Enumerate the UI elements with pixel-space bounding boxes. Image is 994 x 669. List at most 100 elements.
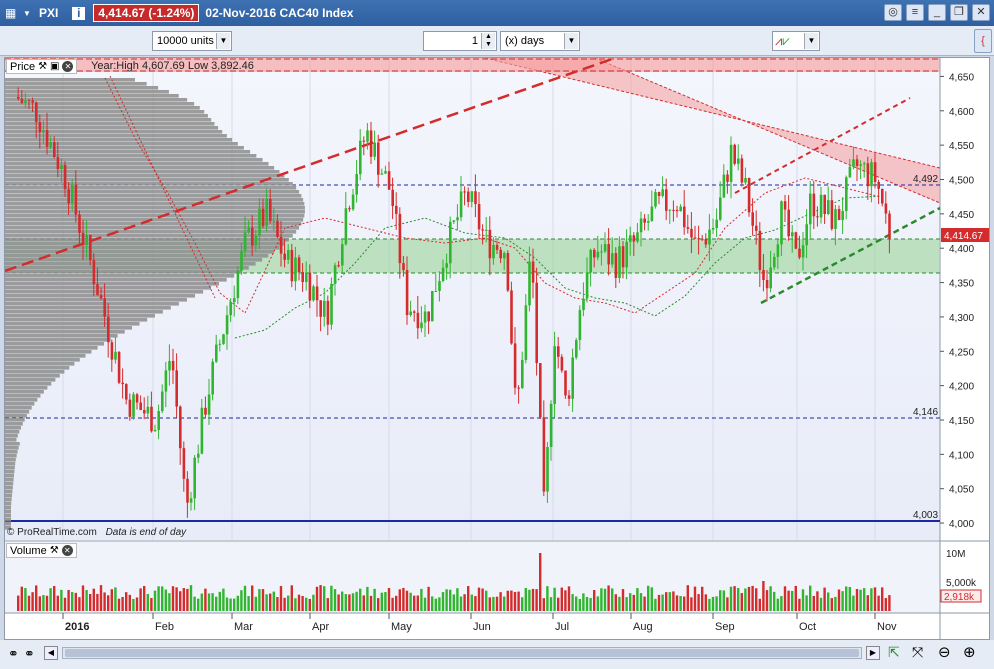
chevron-down-icon[interactable]: ▼	[216, 33, 230, 49]
zoom-out-icon[interactable]: ⊖	[938, 643, 951, 661]
candle-body	[733, 144, 736, 164]
volume-bar	[593, 590, 596, 611]
period-stepper[interactable]: 1 ▲ ▼	[423, 31, 497, 51]
candle-body	[276, 220, 279, 238]
volume-bar	[467, 586, 470, 611]
candle-body	[765, 279, 769, 289]
volume-profile-bar	[5, 410, 30, 414]
close-icon[interactable]: ✕	[972, 4, 990, 21]
chart-app-icon: ▦	[5, 5, 17, 20]
candle-body	[729, 144, 733, 182]
volume-bar	[449, 589, 452, 611]
auto-scale-icon[interactable]: ⇱	[888, 644, 900, 661]
candle-body	[402, 263, 405, 271]
chevron-down-icon[interactable]: ▼	[564, 33, 578, 49]
bottom-toolbar: ⚭ ⚭ ◀ ▶ ⇱ ⤧ ⊖ ⊕	[0, 640, 994, 669]
volume-profile-bar	[5, 466, 15, 470]
stack-icon[interactable]: ≡	[906, 4, 924, 21]
chart-area[interactable]: 4,650 4,600 4,550 4,500 4,450 4,400 4,350 4,300…	[4, 57, 990, 640]
candle-body	[701, 238, 704, 240]
stepper-arrows-icon[interactable]: ▲ ▼	[481, 33, 495, 49]
expand-icon[interactable]: ◎	[884, 4, 902, 21]
price-chart-svg[interactable]: 4,650 4,600 4,550 4,500 4,450 4,400 4,350 4,300…	[5, 58, 989, 639]
candle-body	[783, 201, 787, 210]
chevron-down-icon[interactable]: ▼	[804, 33, 818, 49]
price-tick-label: 4,300	[949, 313, 974, 324]
volume-bar	[719, 590, 722, 611]
minimize-icon[interactable]: _	[928, 4, 946, 21]
volume-bar	[99, 585, 103, 611]
volume-bar	[60, 589, 63, 611]
volume-bar	[607, 585, 610, 611]
volume-bar	[798, 598, 801, 611]
volume-bar	[247, 596, 250, 611]
wrench-icon[interactable]: ⚒	[38, 61, 47, 72]
zoom-in-icon[interactable]: ⊕	[963, 643, 976, 661]
level-label-4146: 4,146	[913, 407, 938, 418]
candle-body	[355, 174, 358, 195]
close-panel-icon[interactable]: ✕	[62, 61, 74, 72]
info-icon[interactable]: i	[72, 6, 86, 20]
volume-profile-bar	[5, 290, 204, 294]
volume-bar	[168, 593, 171, 611]
close-panel-icon[interactable]: ✕	[61, 545, 73, 556]
volume-profile-bar	[5, 382, 52, 386]
candle-body	[38, 121, 42, 133]
scroll-left-icon[interactable]: ◀	[44, 646, 58, 660]
candle-body	[463, 191, 466, 193]
volume-bar	[395, 595, 398, 611]
volume-bar	[783, 586, 787, 611]
volume-bar	[434, 598, 437, 611]
candle-body	[888, 213, 891, 239]
link-icon-2[interactable]: ⚭	[24, 646, 35, 662]
candle-body	[431, 291, 434, 322]
volume-bar	[859, 589, 862, 611]
volume-bar	[74, 592, 77, 611]
candle-body	[243, 232, 247, 251]
candle-body	[459, 191, 463, 218]
volume-profile-bar	[5, 242, 285, 246]
volume-bar	[222, 588, 225, 611]
candle-body	[488, 229, 492, 259]
volume-bar	[546, 586, 549, 611]
volume-profile-bar	[5, 110, 205, 114]
candle-body	[229, 302, 232, 316]
units-select[interactable]: 10000 units ▼	[152, 31, 232, 51]
candle-body	[17, 97, 20, 99]
horizontal-scrollbar[interactable]	[62, 647, 862, 659]
candle-body	[341, 244, 344, 266]
volume-profile-bar	[5, 166, 275, 170]
volume-bar	[121, 596, 124, 611]
candle-body	[618, 246, 621, 279]
indicator-button[interactable]: ⩘ ⩗ ▼	[772, 31, 820, 51]
volume-bar	[816, 591, 819, 611]
dropdown-arrow-icon[interactable]: ▼	[23, 7, 36, 20]
candle-body	[366, 130, 369, 142]
volume-bar	[513, 591, 517, 611]
volume-profile-bar	[5, 494, 12, 498]
volume-bar	[794, 585, 797, 611]
zoom-fit-icon[interactable]: ⤧	[912, 644, 923, 661]
candle-body	[110, 342, 114, 360]
candle-body	[261, 208, 265, 226]
volume-bar	[575, 596, 578, 611]
candle-body	[337, 265, 340, 267]
scroll-right-icon[interactable]: ▶	[866, 646, 880, 660]
candle-body	[503, 253, 506, 259]
candle-body	[89, 234, 92, 261]
maximize-panel-icon[interactable]: ▣	[50, 61, 59, 72]
candle-body	[665, 189, 668, 211]
link-icon[interactable]: ⚭	[8, 646, 19, 662]
wrench-icon[interactable]: ⚒	[50, 545, 59, 556]
volume-profile-bar	[5, 190, 300, 194]
volume-bar	[589, 598, 592, 611]
volume-profile-bar	[5, 362, 75, 366]
sidebar-toggle-icon[interactable]: {	[974, 29, 992, 53]
volume-profile-bar	[5, 378, 56, 382]
scrollbar-thumb[interactable]	[65, 649, 859, 657]
candle-body	[845, 177, 848, 211]
period-unit-select[interactable]: (x) days ▼	[500, 31, 580, 51]
volume-bar	[463, 594, 466, 611]
candle-body	[524, 305, 528, 360]
restore-icon[interactable]: ❐	[950, 4, 968, 21]
